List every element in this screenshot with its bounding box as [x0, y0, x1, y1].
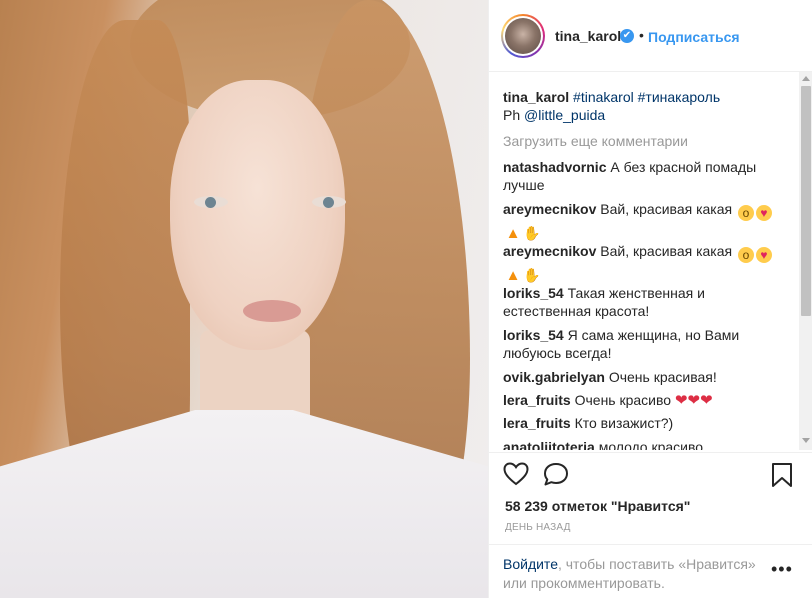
comment-item: ovik.gabrielyan Очень красивая! — [503, 368, 785, 386]
story-ring[interactable] — [501, 14, 545, 58]
comment-text: Очень красиво — [574, 392, 672, 408]
scroll-down-arrow-icon[interactable] — [802, 438, 810, 443]
separator-dot: • — [639, 27, 644, 43]
scrollbar-thumb[interactable] — [801, 86, 811, 316]
comments-list[interactable]: tina_karol #tinakarol #тинакароль Ph @li… — [489, 72, 799, 450]
raised-hands-icon: ✋ — [523, 225, 541, 241]
caption-credit-prefix: Ph — [503, 107, 521, 123]
hashtag-link[interactable]: #тинакароль — [638, 89, 720, 105]
login-prompt-text: Войдите, чтобы поставить «Нравится» или … — [503, 555, 768, 593]
speech-bubble-icon[interactable] — [543, 462, 569, 491]
fire-icon: ▲ — [505, 225, 521, 242]
avatar — [503, 16, 543, 56]
comment-text: Вай, красивая какая — [600, 243, 733, 259]
comment-author[interactable]: areymecnikov — [503, 201, 596, 217]
comment-text: Вай, красивая какая — [600, 201, 733, 217]
raised-hands-icon: ✋ — [523, 267, 541, 283]
more-dots-icon[interactable]: ••• — [771, 559, 793, 580]
comment-author[interactable]: anatolijtoteria — [503, 439, 595, 450]
red-heart-icon: ❤ — [674, 392, 688, 409]
post-side-panel: tina_karol ✔ • Подписаться tina_karol #t… — [488, 0, 812, 598]
photo-lips — [243, 300, 301, 322]
astonished-face-icon: o — [737, 247, 754, 263]
photo-eye-right — [312, 196, 346, 208]
comments-scrollbar[interactable] — [799, 72, 812, 450]
comment-text: Кто визажист?) — [574, 415, 674, 431]
red-heart-icon: ❤ — [687, 392, 701, 409]
avatar-image — [505, 18, 541, 54]
comment-text: Очень красивая! — [608, 369, 717, 385]
verified-badge-icon: ✔ — [620, 29, 634, 43]
comment-item: areymecnikov Вай, красивая какая o ♥ ▲ ✋ — [503, 242, 785, 284]
post-header: tina_karol ✔ • Подписаться — [489, 0, 812, 72]
caption: tina_karol #tinakarol #тинакароль Ph @li… — [503, 88, 785, 124]
caption-author[interactable]: tina_karol — [503, 89, 569, 105]
red-heart-icon: ❤ — [700, 392, 713, 409]
comment-author[interactable]: ovik.gabrielyan — [503, 369, 605, 385]
comment-author[interactable]: loriks_54 — [503, 285, 564, 301]
follow-button[interactable]: Подписаться — [648, 29, 740, 45]
author-username[interactable]: tina_karol — [555, 28, 621, 44]
post-photo[interactable] — [0, 0, 488, 598]
comment-item: natashadvornic А без красной помады лучш… — [503, 158, 785, 194]
login-link[interactable]: Войдите — [503, 556, 558, 572]
scroll-up-arrow-icon[interactable] — [802, 76, 810, 81]
comment-item: loriks_54 Такая женственная и естественн… — [503, 284, 785, 320]
login-prompt: Войдите, чтобы поставить «Нравится» или … — [489, 544, 812, 598]
mention-link[interactable]: @little_puida — [524, 107, 605, 123]
heart-eyes-face-icon: ♥ — [755, 205, 772, 221]
comment-author[interactable]: lera_fruits — [503, 392, 571, 408]
bookmark-icon[interactable] — [771, 462, 793, 493]
action-bar — [489, 452, 812, 492]
comment-author[interactable]: areymecnikov — [503, 243, 596, 259]
post-timestamp[interactable]: день назад — [505, 522, 571, 533]
comment-item: areymecnikov Вай, красивая какая o ♥ ▲ ✋ — [503, 200, 785, 242]
fire-icon: ▲ — [505, 267, 521, 284]
comment-author[interactable]: loriks_54 — [503, 327, 564, 343]
comment-item: loriks_54 Я сама женщина, но Вами любуюс… — [503, 326, 785, 362]
comment-text: молодо красиво — [598, 439, 704, 450]
photo-eye-left — [194, 196, 228, 208]
comment-item: anatolijtoteria молодо красиво — [503, 438, 785, 450]
comment-author[interactable]: lera_fruits — [503, 415, 571, 431]
heart-outline-icon[interactable] — [503, 462, 529, 491]
astonished-face-icon: o — [737, 205, 754, 221]
load-more-comments-button[interactable]: Загрузить еще комментарии — [503, 132, 785, 150]
comment-item: lera_fruits Кто визажист?) — [503, 414, 785, 432]
comment-author[interactable]: natashadvornic — [503, 159, 606, 175]
heart-eyes-face-icon: ♥ — [755, 247, 772, 263]
comment-item: lera_fruits Очень красиво ❤❤❤ — [503, 391, 785, 410]
likes-count[interactable]: 58 239 отметок "Нравится" — [505, 498, 690, 514]
hashtag-link[interactable]: #tinakarol — [573, 89, 634, 105]
